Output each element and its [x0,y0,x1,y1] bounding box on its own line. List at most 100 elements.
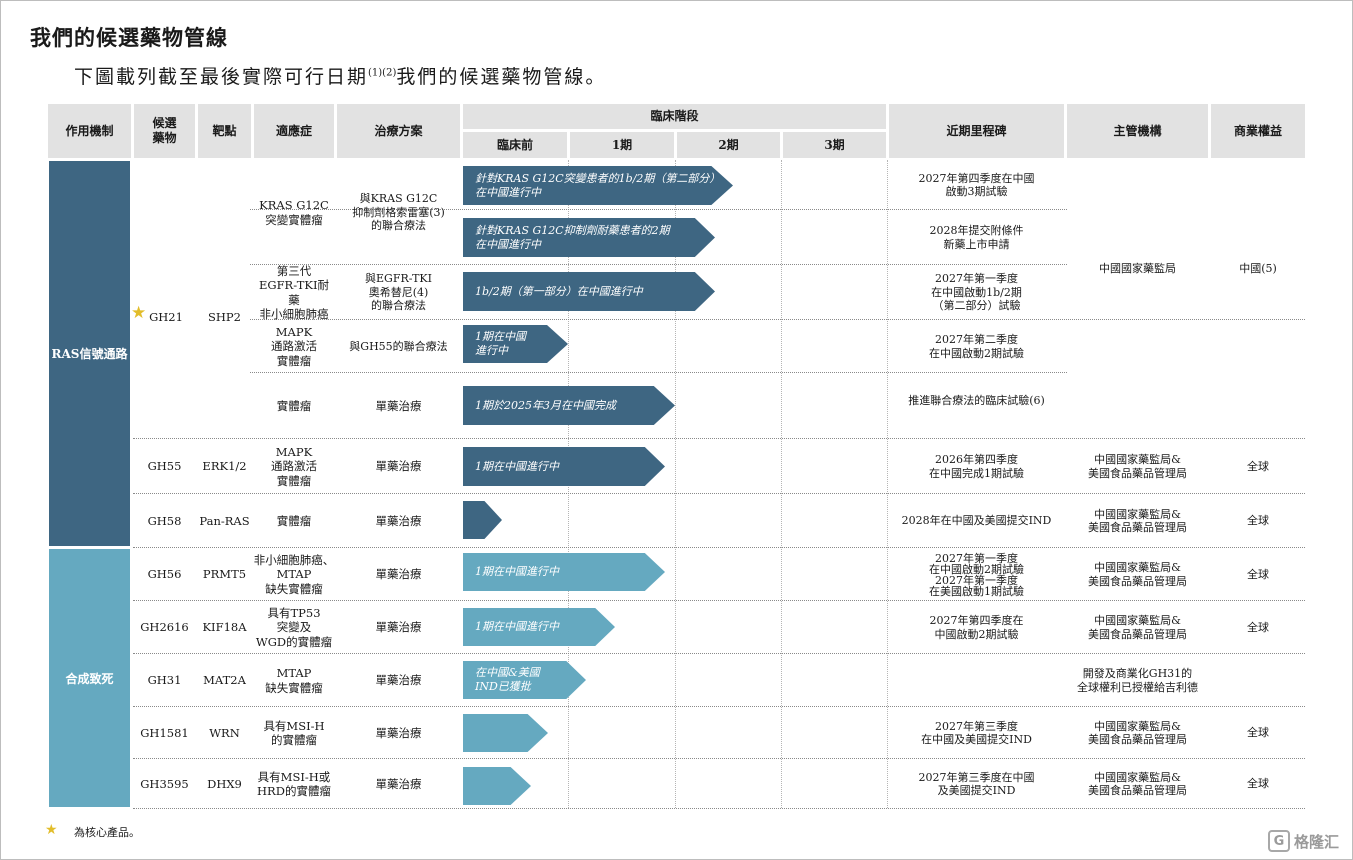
target-pan-ras: Pan-RAS [199,513,250,528]
progress-arrow: 1期在中國進行中 [463,553,665,591]
regulator: 中國國家藥監局 [1099,262,1176,276]
header-target: 靶點 [198,104,251,158]
progress-arrow: 1期在中國進行中 [463,608,615,646]
gh21-indication-solid: 實體瘤 [276,398,312,413]
progress-arrow: 1期於2025年3月在中國完成 [463,386,675,425]
candidate-gh2616: GH2616 [140,620,189,635]
row-divider [133,808,1305,809]
header-regulator: 主管機構 [1067,104,1208,158]
row-divider [250,372,1067,373]
milestone: 2028年提交附條件 新藥上市申請 [929,224,1024,251]
progress-arrow: 1b/2期（第一部分）在中國進行中 [463,272,715,311]
gh21-regimen-kras: 與KRAS G12C 抑制劑格索雷塞(3) 的聯合療法 [352,192,445,233]
candidate-gh21: GH21 [149,309,183,324]
row-divider [250,264,1067,265]
core-product-star-icon: ★ [131,303,147,323]
row-divider [133,600,1305,601]
rights: 全球 [1247,567,1269,581]
target-wrn: WRN [209,725,240,740]
page-title: 我們的候選藥物管線 [30,25,228,50]
gh21-regimen-egfr: 與EGFR-TKI 奧希替尼(4) 的聯合療法 [365,272,432,313]
progress-arrow: 1期在中國 進行中 [463,325,568,363]
header-phase-2: 2期 [677,132,780,158]
header-rights: 商業權益 [1211,104,1305,158]
row-divider [133,438,1305,439]
phase-divider [887,160,888,808]
indication: MAPK 通路激活 實體瘤 [271,445,317,488]
phase-divider [781,160,782,808]
milestone: 2027年第四季度在 中國啟動2期試驗 [929,614,1024,641]
gh21-indication-egfr: 第三代 EGFR-TKI耐藥 非小細胞肺癌 [259,264,329,321]
milestone: 2027年第四季度在中國 啟動3期試驗 [918,171,1035,198]
row-divider [133,758,1305,759]
regulator: 中國國家藥監局& 美國食品藥品管理局 [1088,719,1187,746]
regimen: 單藥治療 [375,620,422,635]
header-phase-1: 1期 [570,132,674,158]
regimen: 單藥治療 [375,459,422,474]
gh21-indication-kras: KRAS G12C 突變實體瘤 [259,198,329,227]
milestone: 2027年第三季度 在中國及美國提交IND [921,719,1032,746]
rights: 全球 [1247,726,1269,740]
progress-arrow: 1期在中國進行中 [463,447,665,486]
regimen: 單藥治療 [375,776,422,791]
indication: 具有TP53 突變及 WGD的實體瘤 [255,606,333,649]
mechanism-ras-pathway: RAS信號通路 [49,161,130,546]
candidate-gh56: GH56 [147,567,182,582]
indication: 具有MSI-H 的實體瘤 [263,718,325,747]
milestone: 2027年第一季度 在中國啟動2期試驗 2027年第一季度 在美國啟動1期試驗 [929,551,1024,598]
target-dhx9: DHX9 [207,776,242,791]
candidate-gh1581: GH1581 [140,725,189,740]
milestone: 2027年第一季度 在中國啟動1b/2期 （第二部分）試驗 [931,272,1022,313]
milestone: 2027年第二季度 在中國啟動2期試驗 [929,333,1024,360]
regimen: 單藥治療 [375,567,422,582]
rights: 全球 [1247,459,1269,473]
header-clinical-stage: 臨床階段 [463,104,886,129]
milestone: 2027年第三季度在中國 及美國提交IND [918,770,1035,797]
header-milestone: 近期里程碑 [889,104,1064,158]
legend-star-icon: ★ [45,822,58,838]
rights: 中國(5) [1239,262,1277,276]
progress-arrow: 在中國&美國 IND已獲批 [463,661,586,699]
header-candidate: 候選 藥物 [134,104,195,158]
regulator: 中國國家藥監局& 美國食品藥品管理局 [1088,507,1187,534]
row-divider [250,319,1305,320]
target-erk12: ERK1/2 [202,459,247,474]
candidate-gh3595: GH3595 [140,776,189,791]
rights: 全球 [1247,514,1269,528]
milestone: 推進聯合療法的臨床試驗(6) [908,394,1045,408]
milestone: 2028年在中國及美國提交IND [901,514,1052,528]
indication: 實體瘤 [276,513,312,528]
target-kif18a: KIF18A [202,620,247,635]
row-divider [133,653,1305,654]
phase-divider [675,160,676,808]
regimen: 單藥治療 [375,513,422,528]
regimen: 單藥治療 [375,725,422,740]
regulator: 中國國家藥監局& 美國食品藥品管理局 [1088,453,1187,480]
row-divider [133,493,1305,494]
header-regimen: 治療方案 [337,104,460,158]
regulator: 中國國家藥監局& 美國食品藥品管理局 [1088,614,1187,641]
progress-arrow: 針對KRAS G12C抑制劑耐藥患者的2期 在中國進行中 [463,218,715,257]
row-divider [133,706,1305,707]
row-divider [133,547,1305,548]
watermark: G 格隆汇 [1267,830,1339,852]
rights: 全球 [1247,777,1269,791]
gh21-regimen-mono: 單藥治療 [375,398,422,413]
progress-arrow: 針對KRAS G12C突變患者的1b/2期（第二部分） 在中國進行中 [463,166,733,205]
indication: 非小細胞肺癌、 MTAP 缺失實體瘤 [253,553,335,596]
regimen: 單藥治療 [375,673,422,688]
header-phase-3: 3期 [783,132,886,158]
candidate-gh58: GH58 [147,513,182,528]
header-mechanism: 作用機制 [48,104,131,158]
candidate-gh31: GH31 [147,673,182,688]
candidate-gh55: GH55 [147,459,182,474]
rights: 全球 [1247,620,1269,634]
target-mat2a: MAT2A [203,673,246,688]
gh31-license-note: 開發及商業化GH31的 全球權利已授權給吉利德 [1077,667,1198,694]
indication: MTAP 缺失實體瘤 [265,666,323,695]
indication: 具有MSI-H或 HRD的實體瘤 [257,769,331,798]
milestone: 2026年第四季度 在中國完成1期試驗 [929,453,1024,480]
page-subtitle: 下圖載列截至最後實際可行日期(1)(2)我們的候選藥物管線。 [74,66,607,88]
mechanism-synthetic-lethality: 合成致死 [49,549,130,807]
target-prmt5: PRMT5 [202,567,247,582]
